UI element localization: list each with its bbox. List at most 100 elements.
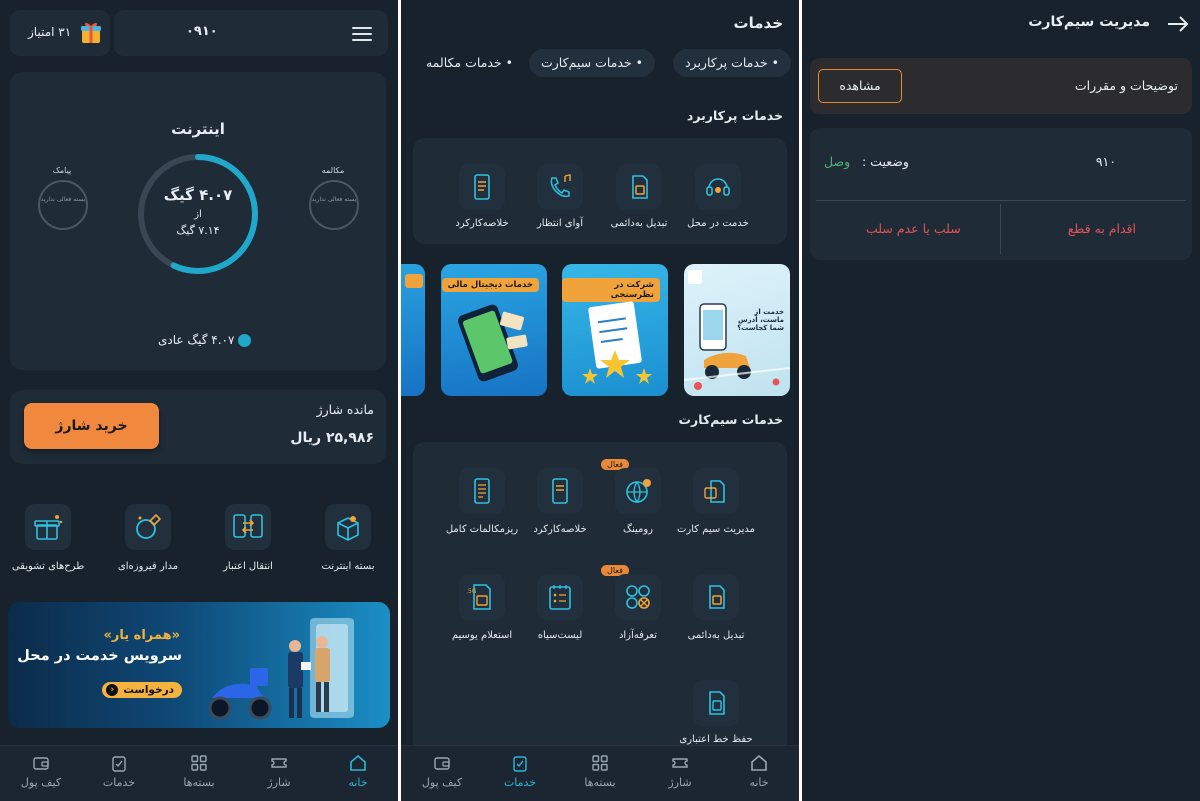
clipboard-check-icon: [513, 756, 527, 772]
nav-home[interactable]: خانه: [323, 754, 393, 789]
survey-illustration: [582, 301, 652, 384]
keep-line-icon[interactable]: [693, 680, 739, 726]
phone-list-icon[interactable]: [459, 164, 505, 210]
back-arrow-icon[interactable]: [1166, 12, 1190, 36]
chip-calls[interactable]: • خدمات مکالمه: [422, 49, 517, 77]
home-icon: [350, 754, 366, 771]
points-label: ۳۱ امتیاز: [28, 25, 72, 39]
promo-card-1[interactable]: شرکت در نظرسنجی: [562, 264, 668, 396]
internet-total: ۷.۱۴ گیگ: [176, 224, 220, 237]
nav-services[interactable]: خدمات: [84, 754, 154, 789]
terms-card: توضیحات و مقررات مشاهده: [810, 58, 1192, 114]
sim-manage-screen: مدیریت سیم‌کارت توضیحات و مقررات مشاهده …: [802, 0, 1200, 801]
promo-card-2[interactable]: خدمات دیجیتال مالی: [441, 264, 547, 396]
nav-charge[interactable]: شارژ: [645, 754, 715, 789]
service-label-1: انتقال اعتبار: [223, 561, 273, 572]
vertical-divider: [1000, 204, 1001, 254]
clipboard-check-icon: [112, 756, 126, 772]
chevron-left-icon: ‹: [106, 684, 119, 696]
revoke-action-button[interactable]: سلب یا عدم سلب: [866, 221, 961, 236]
sim-label-5: تعرفه‌آزاد: [618, 630, 658, 641]
box-icon[interactable]: [325, 504, 371, 550]
nav-services-label: خدمات: [102, 776, 136, 789]
buy-charge-button[interactable]: خرید شارژ: [24, 403, 159, 449]
phone-music-icon[interactable]: [537, 164, 583, 210]
nav-home[interactable]: خانه: [724, 754, 794, 789]
popular-label-0: خدمت در محل: [687, 218, 749, 229]
calls-title: مکالمه: [321, 166, 345, 175]
view-button[interactable]: مشاهده: [818, 69, 902, 103]
internet-of-label: از: [194, 209, 202, 220]
nav-packages-label: بسته‌ها: [584, 776, 616, 789]
ring-icon[interactable]: [125, 504, 171, 550]
gift-icon: [80, 20, 102, 44]
nav-services-label: خدمات: [503, 776, 537, 789]
nav-home-label: خانه: [348, 776, 368, 789]
promo-card-3[interactable]: [401, 264, 425, 396]
sim-number: ۹۱۰: [1095, 154, 1116, 169]
home-screen: ۰۹۱۰ ۳۱ امتیاز اینترنت ۴.۰۷ گیگ از ۷.۱۴ …: [0, 0, 398, 801]
blacklist-icon[interactable]: [537, 574, 583, 620]
chip-sim-label: خدمات سیم‌کارت: [540, 55, 632, 70]
terms-label: توضیحات و مقررات: [1074, 78, 1178, 93]
banner-quote: «همراه یار»: [103, 628, 180, 643]
service-label-0: بسته اینترنت: [321, 561, 375, 572]
banner-title: سرویس خدمت در محل: [17, 648, 182, 664]
promo-heading-0: خدمت از ماست، آدرس شما کجاست؟: [737, 308, 784, 332]
transfer-icon[interactable]: [225, 504, 271, 550]
courier-illustration: [208, 618, 354, 720]
menu-icon[interactable]: [352, 23, 372, 45]
sms-ring: [38, 180, 88, 230]
svg-text:4.5G: 4.5G: [467, 588, 477, 595]
nav-packages[interactable]: بسته‌ها: [565, 754, 635, 789]
home-banner[interactable]: «همراه یار» سرویس خدمت در محل درخواست ‹: [8, 602, 390, 728]
nav-charge[interactable]: شارژ: [244, 754, 314, 789]
popular-label-2: آوای انتظار: [536, 218, 584, 229]
ticket-icon: [672, 758, 688, 768]
header-bar: ۰۹۱۰: [114, 10, 388, 56]
tariff-icon[interactable]: [615, 574, 661, 620]
banner-request-button[interactable]: درخواست ‹: [102, 682, 182, 698]
usim-icon[interactable]: 4.5G: [459, 574, 505, 620]
nav-services[interactable]: خدمات: [485, 754, 555, 789]
calls-status: بسته فعالی ندارید: [311, 196, 357, 203]
cut-action-button[interactable]: اقدام به قطع: [1068, 221, 1136, 236]
sim-label-1: رومینگ: [623, 524, 653, 535]
grid-icon: [592, 755, 608, 771]
wallet-icon: [434, 757, 450, 770]
banner-request-label: درخواست: [123, 684, 174, 696]
internet-card[interactable]: اینترنت ۴.۰۷ گیگ از ۷.۱۴ گیگ پیامک بسته …: [10, 72, 386, 370]
sim-label-8: حفظ خط اعتباری: [679, 734, 753, 745]
call-detail-icon[interactable]: [459, 468, 505, 514]
internet-remaining: ۴.۰۷ گیگ: [163, 186, 233, 204]
headset-icon[interactable]: [695, 164, 741, 210]
status-value: وصل: [824, 154, 851, 169]
nav-packages[interactable]: بسته‌ها: [164, 754, 234, 789]
sim-icon-2[interactable]: [693, 574, 739, 620]
sim-services-card: مدیریت سیم کارت فعال رومینگ خلاصه‌کارکرد…: [413, 442, 787, 762]
sim-icon[interactable]: [616, 164, 662, 210]
bottom-nav-services: خانه شارژ بسته‌ها خدمات کیف پول: [401, 745, 799, 801]
points-box[interactable]: ۳۱ امتیاز: [10, 10, 110, 56]
page-title: مدیریت سیم‌کارت: [1028, 14, 1150, 30]
globe-icon[interactable]: [615, 468, 661, 514]
promo-card-0[interactable]: خدمت از ماست، آدرس شما کجاست؟: [684, 264, 790, 396]
grid-icon: [191, 755, 207, 771]
sim-info-card: ۹۱۰ وضعیت : وصل اقدام به قطع سلب یا عدم …: [810, 128, 1192, 260]
chip-sim[interactable]: • خدمات سیم‌کارت: [528, 49, 655, 77]
wallet-icon: [33, 757, 49, 770]
sim-label-2: خلاصه‌کارکرد: [533, 524, 587, 535]
phone-list-icon-2[interactable]: [537, 468, 583, 514]
nav-wallet[interactable]: کیف پول: [6, 754, 76, 789]
legend-dot: [238, 334, 251, 347]
sim-label-0: مدیریت سیم کارت: [677, 524, 755, 535]
balance-card: مانده شارژ ۲۵,۹۸۶ ریال خرید شارژ: [10, 390, 386, 464]
chip-popular[interactable]: • خدمات پرکاربرد: [672, 49, 791, 77]
sim-manage-icon[interactable]: [693, 468, 739, 514]
bottom-nav: خانه شارژ بسته‌ها خدمات کیف پول: [0, 745, 398, 801]
nav-wallet-label: کیف پول: [421, 776, 463, 789]
sms-title: پیامک: [52, 166, 72, 175]
gift-box-icon[interactable]: [25, 504, 71, 550]
nav-wallet[interactable]: کیف پول: [407, 754, 477, 789]
sim-label-7: استعلام یوسیم: [451, 630, 513, 641]
